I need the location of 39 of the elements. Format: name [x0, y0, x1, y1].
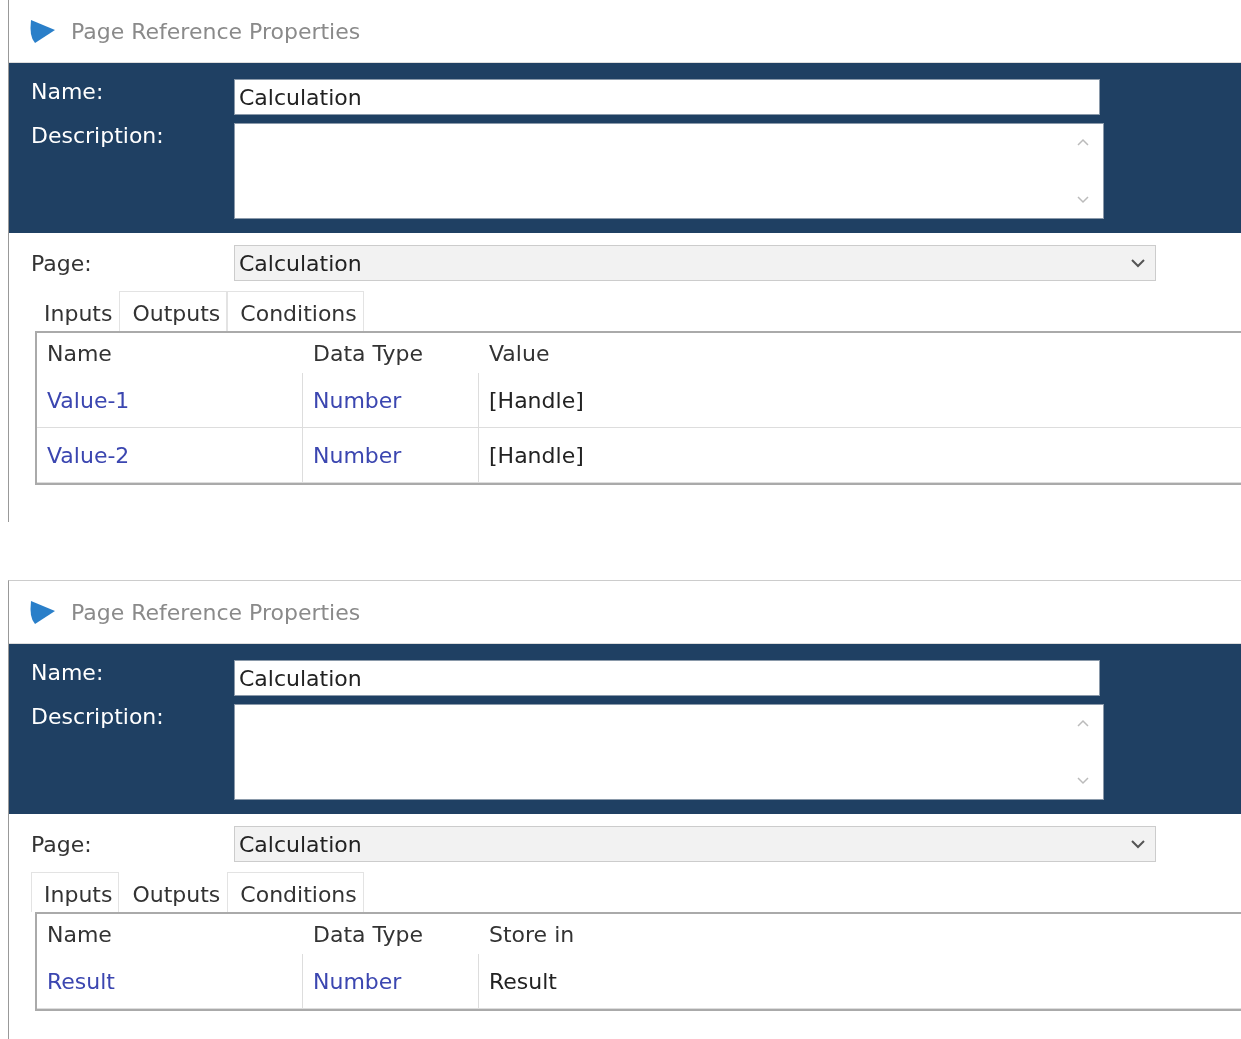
table-cell-text: [Handle]: [488, 387, 585, 413]
tab[interactable]: Outputs: [119, 291, 228, 331]
column-header: Name: [46, 921, 113, 947]
scroll-down-icon[interactable]: [1077, 196, 1089, 204]
table-cell-text: [Handle]: [488, 442, 585, 468]
page-dropdown[interactable]: Calculation: [234, 826, 1156, 862]
field-label: Description:: [30, 123, 165, 148]
column-header: Data Type: [312, 921, 425, 947]
table-cell: Number: [303, 373, 479, 427]
tab[interactable]: Conditions: [227, 872, 364, 912]
table-cell: Number: [303, 428, 479, 482]
column-header: Data Type: [312, 340, 425, 366]
name-field[interactable]: Calculation: [234, 660, 1100, 696]
column-header: Value: [488, 340, 551, 366]
field-label: Page:: [30, 250, 93, 276]
description-field[interactable]: [234, 704, 1104, 800]
tab[interactable]: Conditions: [227, 291, 364, 331]
chevron-down-icon: [1131, 839, 1145, 849]
table-cell-text: Result: [488, 968, 558, 994]
table-cell: Value-1: [37, 373, 303, 427]
table-cell: Value-2: [37, 428, 303, 482]
tab[interactable]: Inputs: [31, 872, 120, 912]
scroll-up-icon[interactable]: [1077, 719, 1089, 727]
window-title: Page Reference Properties: [71, 599, 361, 625]
field-label: Name:: [30, 660, 105, 685]
column-header: Store in: [488, 921, 576, 947]
field-label: Page:: [30, 831, 93, 857]
field-label: Description:: [30, 704, 165, 729]
table-cell: Result: [37, 954, 303, 1008]
scroll-down-icon[interactable]: [1077, 777, 1089, 785]
description-field[interactable]: [234, 123, 1104, 219]
window-title: Page Reference Properties: [71, 18, 361, 44]
page-dropdown[interactable]: Calculation: [234, 245, 1156, 281]
scroll-up-icon[interactable]: [1077, 138, 1089, 146]
column-header: Name: [46, 340, 113, 366]
table-cell: Number: [303, 954, 479, 1008]
name-field[interactable]: Calculation: [234, 79, 1100, 115]
chevron-down-icon: [1131, 258, 1145, 268]
field-label: Name:: [30, 79, 105, 104]
